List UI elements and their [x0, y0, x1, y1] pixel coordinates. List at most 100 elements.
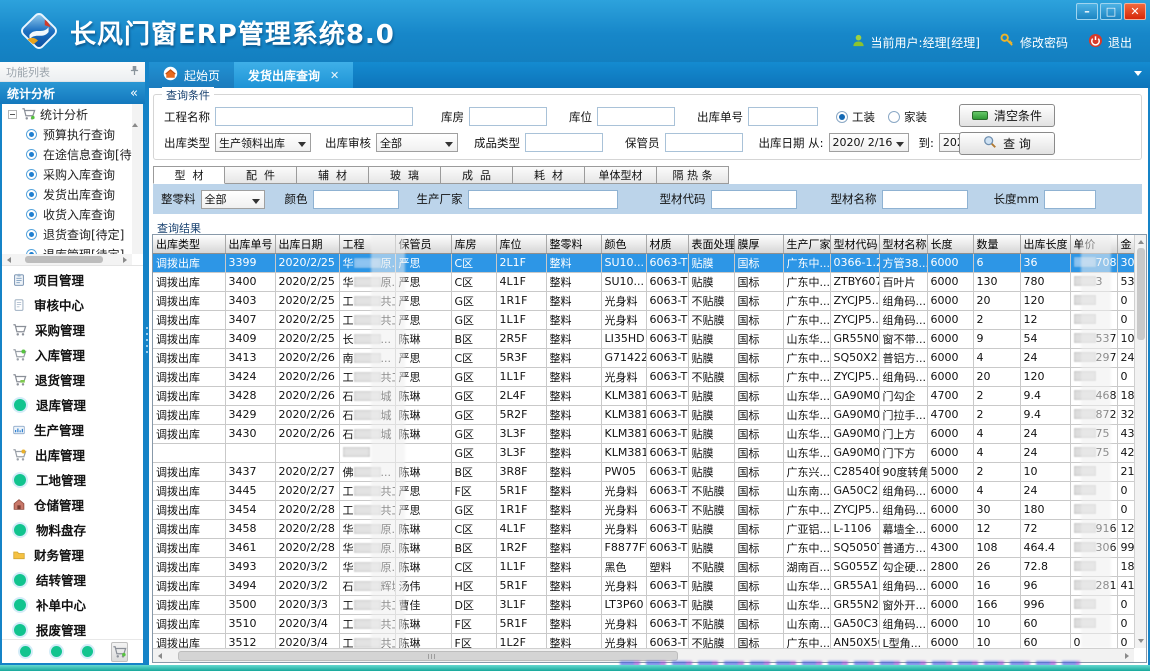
jiazhuang-radio[interactable]	[888, 111, 900, 123]
table-row[interactable]: 调拨出库34132020/2/26南...严思C区5R3F整料G71422606…	[153, 348, 1134, 367]
menu-item-production[interactable]: 生产管理	[2, 417, 143, 442]
pin-icon[interactable]	[130, 65, 139, 79]
table-row[interactable]: 调拨出库34282020/2/26石城陈琳G区2L4F整料KLM38176063…	[153, 386, 1134, 405]
tree-item-shipment-out-query[interactable]: 发货出库查询	[2, 184, 132, 204]
mat-tab-finished[interactable]: 成 品	[441, 166, 513, 184]
table-row[interactable]: 调拨出库33992020/2/25华原...严思C区2L1F整料SU10...6…	[153, 253, 1134, 272]
date-from-select[interactable]: 2020/ 2/16	[829, 133, 909, 152]
tree-item-purchase-in-query[interactable]: 采购入库查询	[2, 164, 132, 184]
location-input[interactable]	[597, 107, 675, 126]
length-input[interactable]	[1044, 190, 1096, 209]
column-header[interactable]: 单价	[1070, 235, 1117, 253]
table-row[interactable]: 调拨出库34292020/2/26石城陈琳G区5R2F整料KLM38176063…	[153, 405, 1134, 424]
mat-tab-single-profile[interactable]: 单体型材	[585, 166, 657, 184]
table-row[interactable]: 调拨出库34542020/2/28工共工程严思G区1R1F整料光身料6063-T…	[153, 500, 1134, 519]
logout-button[interactable]: 退出	[1088, 33, 1132, 51]
cart-shortcut-button[interactable]	[111, 642, 128, 662]
change-password-button[interactable]: 修改密码	[1000, 33, 1068, 51]
green-dot-icon[interactable]	[51, 646, 62, 657]
table-row[interactable]: 调拨出库35122020/3/4工共工程陈琳F区1L2F整料光身料6063-T5…	[153, 633, 1134, 648]
gongzhuang-radio[interactable]	[836, 111, 848, 123]
tab-shipment-out-query[interactable]: 发货出库查询 ✕	[234, 62, 353, 88]
column-header[interactable]: 型材代码	[830, 235, 879, 253]
menu-item-audit[interactable]: 审核中心	[2, 292, 143, 317]
table-row[interactable]: 调拨出库34942020/3/2石辉城汤伟H区5R1F整料光身料6063-T5贴…	[153, 576, 1134, 595]
green-dot-icon[interactable]	[20, 646, 31, 657]
mat-tab-fittings[interactable]: 配 件	[225, 166, 297, 184]
table-row[interactable]: 调拨出库34372020/2/27佛...陈琳B区3R8F整料PW056063-…	[153, 462, 1134, 481]
column-header[interactable]: 出库类型	[153, 235, 225, 253]
column-header[interactable]: 膜厚	[734, 235, 783, 253]
menu-item-supplement[interactable]: 补单中心	[2, 592, 143, 617]
menu-item-project[interactable]: 项目管理	[2, 267, 143, 292]
tree-item-transit-query[interactable]: 在途信息查询[待	[2, 144, 132, 164]
table-row[interactable]: 调拨出库34612020/2/28华原...陈琳B区1R2F整料F8877FT6…	[153, 538, 1134, 557]
menu-item-return-store[interactable]: 退库管理	[2, 392, 143, 417]
tree-item-return-query[interactable]: 退货查询[待定]	[2, 224, 132, 244]
collapse-icon[interactable]: «	[130, 86, 138, 101]
column-header[interactable]: 工程	[339, 235, 395, 253]
column-header[interactable]: 长度	[927, 235, 973, 253]
tree-root-statistics[interactable]: 统计分析	[2, 104, 132, 124]
table-row[interactable]: 调拨出库34452020/2/27工共工程严思F区5R1F整料光身料6063-T…	[153, 481, 1134, 500]
table-row[interactable]: 调拨出库34032020/2/25工共工程严思G区1R1F整料光身料6063-T…	[153, 291, 1134, 310]
menu-item-site[interactable]: 工地管理	[2, 467, 143, 492]
order-no-input[interactable]	[748, 107, 818, 126]
maximize-button[interactable]: □	[1100, 3, 1122, 20]
warehouse-input[interactable]	[469, 107, 547, 126]
menu-item-inventory[interactable]: 物料盘存	[2, 517, 143, 542]
column-header[interactable]: 颜色	[601, 235, 646, 253]
project-name-input[interactable]	[215, 107, 413, 126]
column-header[interactable]: 出库日期	[275, 235, 339, 253]
tree-item-receipt-in-query[interactable]: 收货入库查询	[2, 204, 132, 224]
tree-item-return-store-query[interactable]: 退库管理[待定]	[2, 244, 132, 254]
tree-vertical-scrollbar[interactable]	[132, 104, 143, 254]
column-header[interactable]: 保管员	[395, 235, 451, 253]
column-header[interactable]: 型材名称	[879, 235, 927, 253]
column-header[interactable]: 材质	[646, 235, 688, 253]
table-row[interactable]: 调拨出库34092020/2/25长...陈琳B区2R5F整料LI35HD606…	[153, 329, 1134, 348]
audit-select[interactable]: 全部	[376, 133, 458, 152]
menu-item-outbound[interactable]: 出库管理	[2, 442, 143, 467]
menu-item-inbound[interactable]: 入库管理	[2, 342, 143, 367]
tree-horizontal-scrollbar[interactable]	[2, 254, 132, 265]
grid-horizontal-scrollbar[interactable]	[153, 648, 1134, 662]
column-header[interactable]: 出库单号	[225, 235, 275, 253]
color-input[interactable]	[313, 190, 399, 209]
tree-item-budget-query[interactable]: 预算执行查询	[2, 124, 132, 144]
column-header[interactable]: 数量	[973, 235, 1020, 253]
table-row[interactable]: 调拨出库34932020/3/2华原...陈琳C区1L1F整料黑色塑料不贴膜国标…	[153, 557, 1134, 576]
column-header[interactable]: 库房	[451, 235, 496, 253]
column-header[interactable]: 金	[1117, 235, 1134, 253]
search-button[interactable]: 查 询	[959, 132, 1055, 155]
column-header[interactable]: 表面处理	[688, 235, 734, 253]
clear-conditions-button[interactable]: 清空条件	[959, 104, 1055, 127]
tab-home[interactable]: 起始页	[149, 62, 234, 88]
profile-code-input[interactable]	[711, 190, 797, 209]
menu-item-scrap[interactable]: 报废管理	[2, 617, 143, 639]
grid-vertical-scrollbar[interactable]	[1134, 235, 1146, 648]
table-row[interactable]: 调拨出库34302020/2/26石城陈琳G区3L3F整料KLM38176063…	[153, 424, 1134, 443]
menu-item-returns[interactable]: 退货管理	[2, 367, 143, 392]
green-dot-icon[interactable]	[82, 646, 93, 657]
tree-expander-icon[interactable]	[8, 110, 17, 119]
menu-item-purchase[interactable]: 采购管理	[2, 317, 143, 342]
table-row[interactable]: 调拨出库35102020/3/4工共工程陈琳F区5R1F整料光身料6063-T5…	[153, 614, 1134, 633]
mat-tab-glass[interactable]: 玻 璃	[369, 166, 441, 184]
column-header[interactable]: 库位	[496, 235, 546, 253]
tab-close-icon[interactable]: ✕	[330, 69, 339, 82]
product-type-input[interactable]	[525, 133, 603, 152]
table-row[interactable]: G区3L3F整料KLM38176063-T5贴膜国标山东华...GA90M09.…	[153, 443, 1134, 462]
table-row[interactable]: 调拨出库35002020/3/3工共工程曹佳D区3L1F整料LT3P606063…	[153, 595, 1134, 614]
menu-item-warehouse[interactable]: 仓储管理	[2, 492, 143, 517]
tab-overflow-icon[interactable]	[1134, 71, 1142, 80]
mat-tab-profile[interactable]: 型 材	[153, 166, 225, 184]
table-row[interactable]: 调拨出库34072020/2/25工共工程严思G区1L1F整料光身料6063-T…	[153, 310, 1134, 329]
mat-tab-thermal-strip[interactable]: 隔 热 条	[657, 166, 729, 184]
out-type-select[interactable]: 生产领料出库	[215, 133, 311, 152]
table-row[interactable]: 调拨出库34582020/2/28华原...陈琳C区4L1F整料光身料6063-…	[153, 519, 1134, 538]
menu-item-finance[interactable]: 财务管理	[2, 542, 143, 567]
table-row[interactable]: 调拨出库34242020/2/26工共工程严思G区1L1F整料光身料6063-T…	[153, 367, 1134, 386]
mat-tab-auxiliary[interactable]: 辅 材	[297, 166, 369, 184]
sidebar-group-header[interactable]: 统计分析 «	[0, 82, 145, 104]
